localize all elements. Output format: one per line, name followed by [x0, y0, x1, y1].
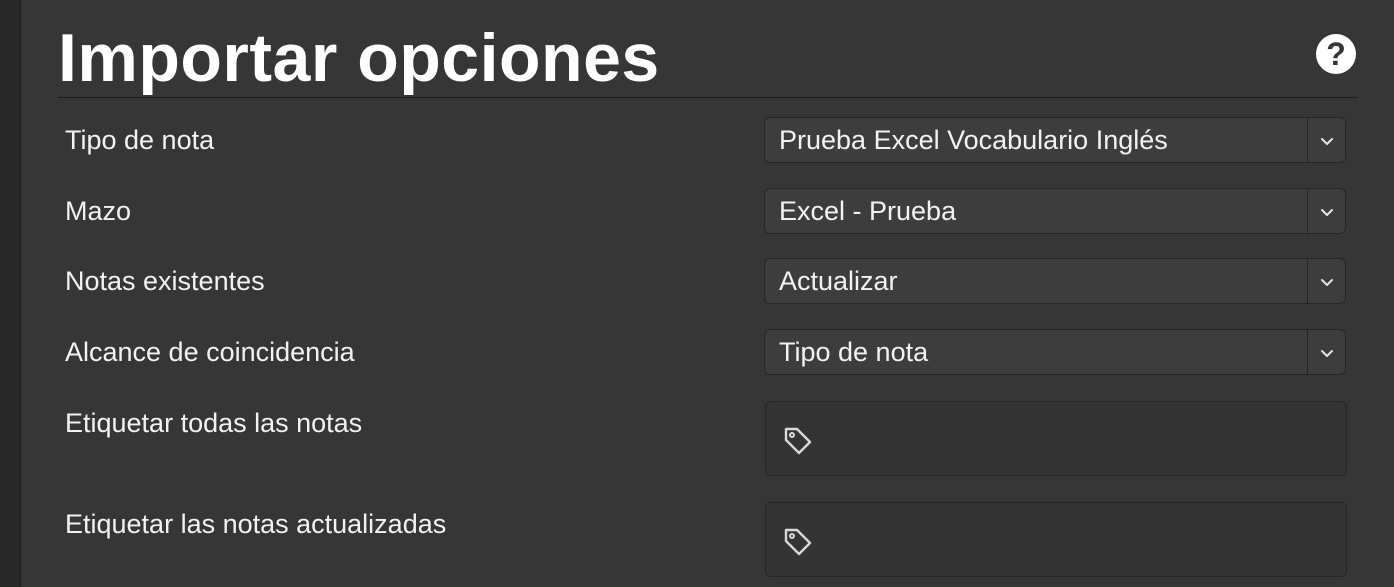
help-icon[interactable]: ? — [1316, 34, 1356, 74]
note-type-value: Prueba Excel Vocabulario Inglés — [779, 125, 1168, 155]
chevron-down-icon — [1321, 279, 1333, 286]
tag-updated-notes-label: Etiquetar las notas actualizadas — [65, 509, 447, 539]
tag-icon — [784, 528, 812, 556]
select-separator — [1307, 259, 1308, 303]
title-divider — [58, 97, 1357, 98]
select-separator — [1307, 118, 1308, 162]
page-title: Importar opciones — [58, 20, 660, 96]
chevron-down-icon — [1321, 209, 1333, 216]
tag-updated-notes-input[interactable] — [765, 502, 1347, 577]
deck-label: Mazo — [65, 196, 132, 226]
deck-select[interactable]: Excel - Prueba — [764, 188, 1346, 234]
deck-value: Excel - Prueba — [779, 196, 957, 226]
existing-notes-label: Notas existentes — [65, 266, 265, 296]
existing-notes-value: Actualizar — [779, 266, 898, 296]
match-scope-value: Tipo de nota — [779, 337, 929, 367]
chevron-down-icon — [1321, 350, 1333, 357]
match-scope-select[interactable]: Tipo de nota — [764, 329, 1346, 375]
import-options-panel: Importar opciones ? Tipo de nota Prueba … — [21, 0, 1394, 587]
match-scope-label: Alcance de coincidencia — [65, 337, 355, 367]
select-separator — [1307, 330, 1308, 374]
select-separator — [1307, 189, 1308, 233]
tag-icon — [784, 427, 812, 455]
note-type-label: Tipo de nota — [65, 125, 215, 155]
note-type-select[interactable]: Prueba Excel Vocabulario Inglés — [764, 117, 1346, 163]
tag-all-notes-input[interactable] — [765, 401, 1347, 476]
tag-all-notes-label: Etiquetar todas las notas — [65, 408, 363, 438]
window-left-edge — [0, 0, 21, 587]
existing-notes-select[interactable]: Actualizar — [764, 258, 1346, 304]
chevron-down-icon — [1321, 138, 1333, 145]
